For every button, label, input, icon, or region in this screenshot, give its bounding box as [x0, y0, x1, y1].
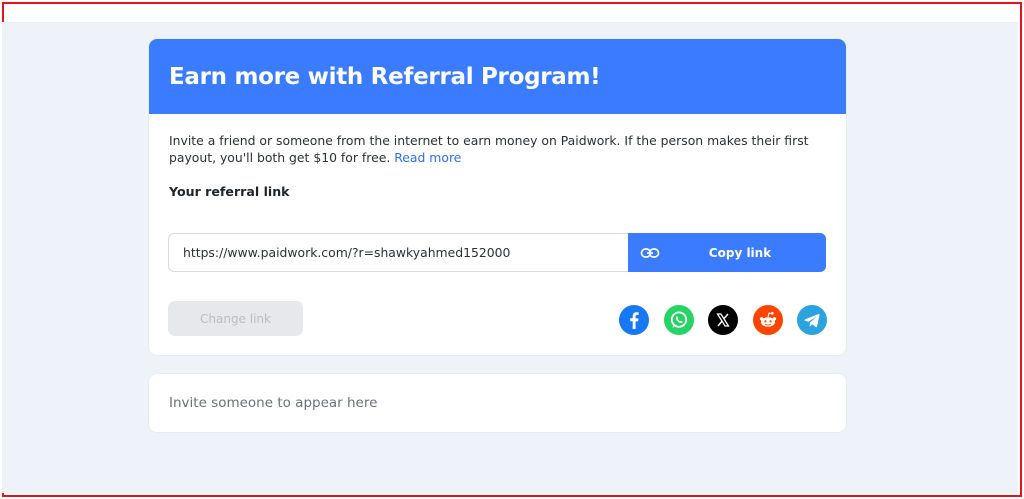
link-icon: [640, 244, 660, 262]
read-more-link[interactable]: Read more: [394, 150, 461, 165]
referral-description: Invite a friend or someone from the inte…: [169, 132, 829, 166]
invites-empty-message: Invite someone to appear here: [169, 395, 378, 411]
change-link-button[interactable]: Change link: [168, 301, 303, 336]
page-title: Earn more with Referral Program!: [169, 63, 601, 90]
referral-header: Earn more with Referral Program!: [149, 39, 846, 114]
share-buttons: [619, 305, 827, 335]
referral-link-row: Copy link: [168, 233, 826, 272]
reddit-icon[interactable]: [752, 305, 783, 335]
x-icon[interactable]: [708, 305, 738, 335]
description-text: Invite a friend or someone from the inte…: [169, 133, 809, 165]
copy-link-button[interactable]: Copy link: [628, 233, 826, 272]
whatsapp-icon[interactable]: [663, 305, 694, 335]
telegram-icon[interactable]: [797, 305, 827, 335]
invites-card: Invite someone to appear here: [149, 374, 846, 432]
facebook-icon[interactable]: [619, 305, 649, 335]
referral-link-label: Your referral link: [169, 184, 290, 199]
referral-link-input[interactable]: [168, 233, 628, 272]
referral-card: Earn more with Referral Program! Invite …: [149, 39, 846, 355]
referral-body: Invite a friend or someone from the inte…: [149, 114, 846, 199]
